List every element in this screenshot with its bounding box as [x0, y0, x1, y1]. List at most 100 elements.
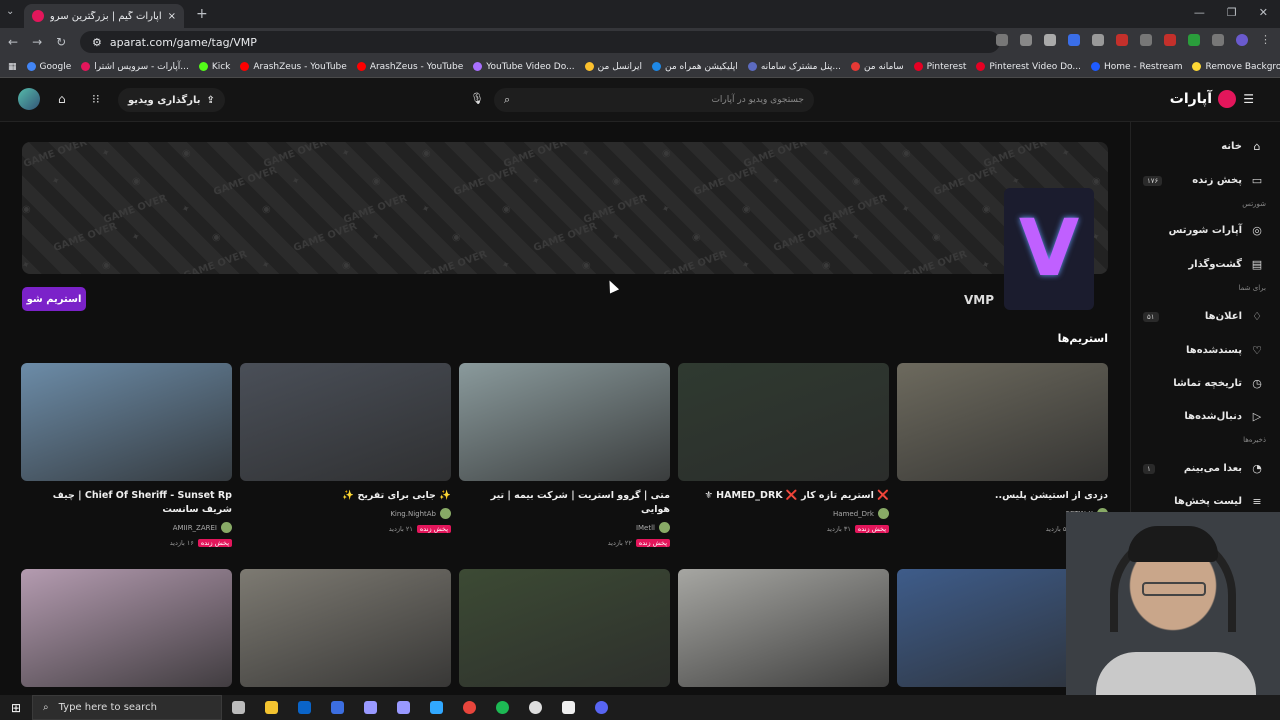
bookmark-item[interactable]: Kick	[198, 62, 230, 72]
stream-thumbnail[interactable]	[459, 569, 670, 687]
stream-channel[interactable]: AMIIR_ZAREI	[21, 522, 232, 533]
bookmark-item[interactable]: Pinterest Video Do...	[976, 62, 1081, 72]
bookmark-item[interactable]: Pinterest	[913, 62, 966, 72]
profile-avatar-icon[interactable]	[1236, 34, 1248, 46]
extension-icon[interactable]	[1188, 34, 1200, 46]
notification-icon[interactable]: ⌂	[58, 92, 66, 106]
minimize-icon[interactable]: —	[1194, 6, 1205, 19]
back-icon[interactable]: ←	[8, 35, 18, 49]
capcut-icon[interactable]	[552, 701, 585, 714]
stream-thumbnail[interactable]	[459, 363, 670, 481]
bookmark-item[interactable]: اپلیکیشن همراه من	[652, 62, 738, 72]
search-input[interactable]: جستجوی ویدیو در آپارات ⌕	[494, 88, 814, 112]
apps-grid-icon[interactable]: ▦	[8, 62, 17, 72]
stream-title[interactable]: ❌ استریم تازه کار ❌ HAMED_DRK ⚜	[678, 489, 889, 503]
user-avatar[interactable]	[18, 88, 40, 110]
apps-grid-icon[interactable]: ⁝⁝	[92, 92, 100, 106]
extension-icon[interactable]	[1092, 34, 1104, 46]
browser-menu-icon[interactable]: ⋮	[1260, 34, 1272, 46]
extension-icon[interactable]	[1068, 34, 1080, 46]
stream-title[interactable]: ✨ جایی برای تفریح ✨	[240, 489, 451, 503]
stream-channel[interactable]: Hamed_Drk	[678, 508, 889, 519]
stream-thumbnail[interactable]	[240, 363, 451, 481]
stream-channel[interactable]: King.NightAb	[240, 508, 451, 519]
stream-title[interactable]: Chief Of Sheriff - Sunset Rp | چیف شریف …	[21, 489, 232, 517]
reload-icon[interactable]: ↻	[56, 35, 66, 49]
stream-card[interactable]	[240, 569, 451, 687]
channel-logo[interactable]: V	[1004, 188, 1094, 310]
close-window-icon[interactable]: ✕	[1259, 6, 1268, 19]
bookmark-item[interactable]: سامانه من	[850, 62, 904, 72]
tab-search-icon[interactable]: ⌄	[6, 6, 14, 17]
stream-title[interactable]: متی | گروو استریت | شرکت بیمه | تیر هوای…	[459, 489, 670, 517]
new-tab-button[interactable]: +	[196, 6, 208, 22]
stream-card[interactable]	[678, 569, 889, 687]
spotify-icon[interactable]	[486, 701, 519, 714]
stream-card[interactable]	[21, 569, 232, 687]
premiere-icon[interactable]	[387, 701, 420, 714]
sidebar-item[interactable]: لیست پخش‌ها ≡	[1174, 495, 1264, 508]
bookmark-item[interactable]: ArashZeus - YouTube	[240, 62, 347, 72]
hamburger-menu-icon[interactable]: ☰	[1243, 92, 1254, 106]
sidebar-item[interactable]: آپارات شورتس ◎	[1169, 224, 1264, 237]
sidebar-item[interactable]: تاریخچه تماشا ◷	[1173, 377, 1264, 390]
stream-card[interactable]: Chief Of Sheriff - Sunset Rp | چیف شریف …	[21, 363, 232, 547]
stream-thumbnail[interactable]	[678, 569, 889, 687]
stream-thumbnail[interactable]	[897, 363, 1108, 481]
bookmark-item[interactable]: Google	[26, 62, 71, 72]
upload-video-button[interactable]: بارگذاری ویدیو ⇪	[118, 88, 225, 112]
discord-icon[interactable]	[585, 701, 618, 714]
extensions-puzzle-icon[interactable]	[1212, 34, 1224, 46]
aparat-logo[interactable]: آپارات	[1170, 90, 1236, 108]
address-bar[interactable]: ⚙ aparat.com/game/tag/VMP	[80, 31, 1000, 53]
stream-card[interactable]	[459, 569, 670, 687]
translate-icon[interactable]	[996, 34, 1008, 46]
stream-thumbnail[interactable]	[240, 569, 451, 687]
sidebar-item[interactable]: خانه ⌂	[1221, 140, 1264, 153]
bookmark-item[interactable]: ArashZeus - YouTube	[356, 62, 463, 72]
photoshop-icon[interactable]	[420, 701, 453, 714]
bookmark-star-icon[interactable]	[1044, 34, 1056, 46]
sidebar-item[interactable]: دنبال‌شده‌ها ▷	[1184, 410, 1264, 423]
extension-icon[interactable]	[1140, 34, 1152, 46]
sidebar-item[interactable]: پسندشده‌ها ♡	[1186, 344, 1264, 357]
chrome-icon[interactable]	[453, 701, 486, 714]
task-view-icon[interactable]	[222, 701, 255, 714]
tab-close-icon[interactable]: ×	[168, 11, 176, 22]
after-effects-icon[interactable]	[354, 701, 387, 714]
extension-icon[interactable]	[1164, 34, 1176, 46]
taskbar-search-input[interactable]: ⌕ Type here to search	[32, 695, 222, 720]
outlook-icon[interactable]	[288, 701, 321, 714]
stream-card[interactable]: ❌ استریم تازه کار ❌ HAMED_DRK ⚜ Hamed_Drk…	[678, 363, 889, 533]
stream-channel[interactable]: IMetll	[459, 522, 670, 533]
bookmark-item[interactable]: ایرانسل من	[584, 62, 642, 72]
stream-thumbnail[interactable]	[678, 363, 889, 481]
extension-icon[interactable]	[1116, 34, 1128, 46]
power-bi-icon[interactable]	[321, 701, 354, 714]
stream-thumbnail[interactable]	[21, 569, 232, 687]
search-icon[interactable]: ⌕	[504, 93, 510, 107]
install-icon[interactable]	[1020, 34, 1032, 46]
sidebar-item[interactable]: پخش زنده ▭	[1192, 174, 1264, 187]
sidebar-item[interactable]: اعلان‌ها ♢	[1205, 310, 1264, 323]
file-explorer-icon[interactable]	[255, 701, 288, 714]
bookmark-item[interactable]: پنل مشترک سامانه...	[747, 62, 841, 72]
bookmark-item[interactable]: Remove Backgroun...	[1192, 62, 1280, 72]
stream-card[interactable]: متی | گروو استریت | شرکت بیمه | تیر هوای…	[459, 363, 670, 547]
microphone-icon[interactable]: 🎙	[470, 92, 484, 105]
bookmark-item[interactable]: YouTube Video Do...	[473, 62, 575, 72]
maximize-icon[interactable]: ❐	[1227, 6, 1237, 19]
bookmark-item[interactable]: Home - Restream	[1090, 62, 1182, 72]
obs-icon[interactable]	[519, 701, 552, 714]
sidebar-item[interactable]: گشت‌وگذار ▤	[1188, 258, 1264, 271]
bookmark-item[interactable]: آپارات - سرویس اشترا...	[81, 62, 189, 72]
stream-thumbnail[interactable]	[21, 363, 232, 481]
sidebar-item[interactable]: بعدا می‌بینم ◔	[1184, 462, 1264, 475]
start-stream-button[interactable]: استریم شو	[22, 287, 86, 311]
site-info-icon[interactable]: ⚙	[92, 36, 102, 49]
stream-card[interactable]: دزدی از استیشن پلیس..SETIN.Xپخش زنده۵۶ ب…	[897, 363, 1108, 533]
browser-tab[interactable]: آپارات گیم | بزرگترین سرویس ×	[24, 4, 184, 28]
forward-icon[interactable]: →	[32, 35, 42, 49]
stream-title[interactable]: دزدی از استیشن پلیس..	[897, 489, 1108, 503]
windows-start-icon[interactable]: ⊞	[0, 701, 32, 715]
